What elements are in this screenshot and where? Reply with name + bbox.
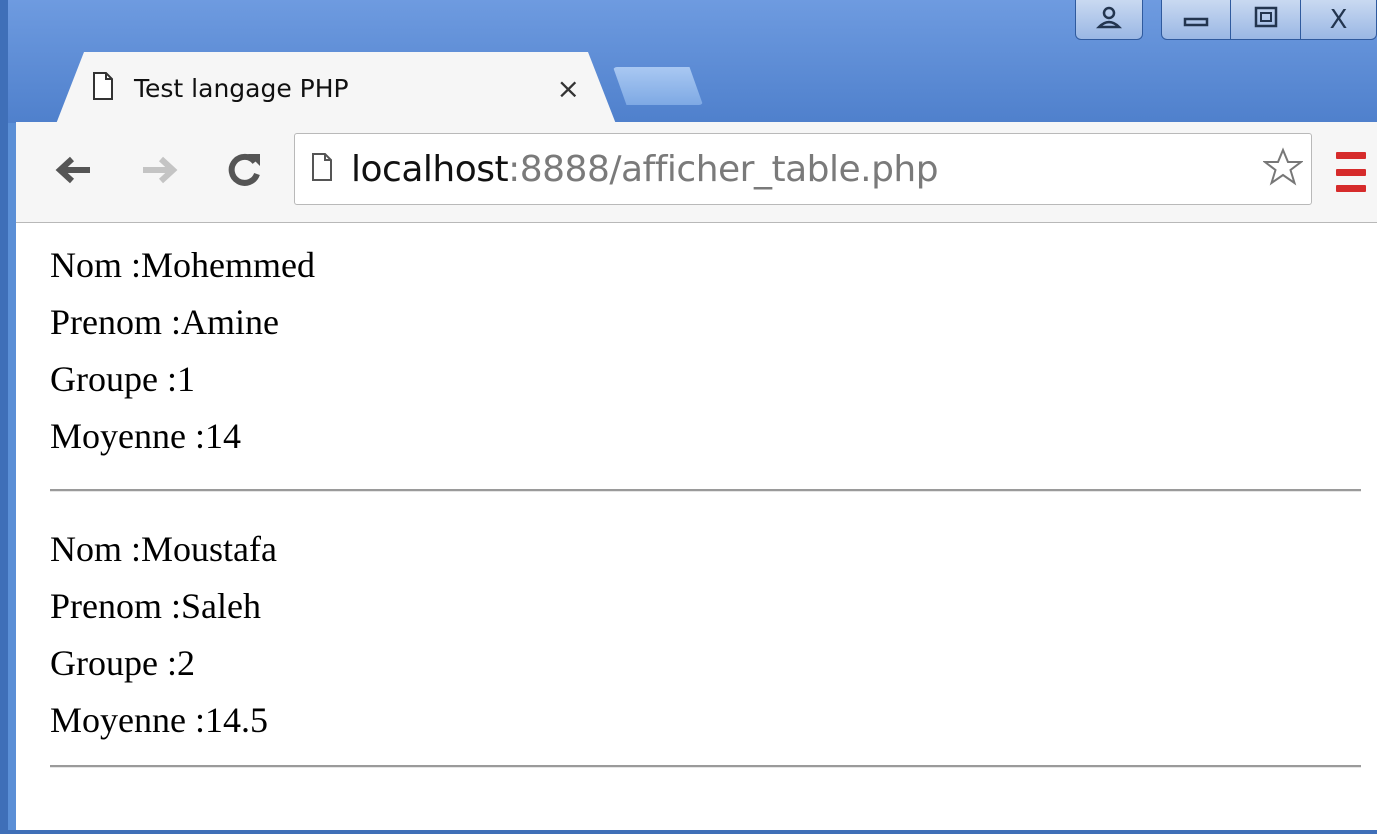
back-button[interactable] — [44, 144, 104, 200]
page-icon — [311, 152, 333, 186]
record-prenom: Prenom :Amine — [50, 302, 279, 342]
window-controls: X — [1075, 0, 1377, 42]
address-bar[interactable]: localhost:8888/afficher_table.php — [294, 133, 1312, 205]
window-close-button[interactable]: X — [1301, 0, 1377, 40]
bookmark-star-button[interactable] — [1255, 146, 1311, 192]
url-text[interactable]: localhost:8888/afficher_table.php — [351, 149, 1255, 190]
menu-icon-bar — [1336, 185, 1366, 192]
menu-icon — [1336, 152, 1366, 159]
browser-window: X Test langage PHP × localhost:8888/affi… — [0, 0, 1377, 834]
horizontal-rule — [50, 765, 1361, 768]
record-moyenne: Moyenne :14.5 — [50, 700, 268, 740]
forward-arrow-icon — [139, 154, 179, 191]
window-close-icon: X — [1329, 4, 1348, 35]
window-bottom-border — [8, 830, 1377, 834]
title-bar: X Test langage PHP × — [8, 0, 1377, 124]
new-tab-button[interactable] — [613, 67, 703, 105]
student-record: Nom :Mohemmed Prenom :Amine Groupe :1 Mo… — [50, 237, 315, 465]
record-prenom: Prenom :Saleh — [50, 586, 261, 626]
browser-toolbar: localhost:8888/afficher_table.php — [16, 122, 1377, 223]
reload-icon — [224, 150, 264, 195]
menu-icon-bar — [1336, 168, 1366, 176]
tab-title: Test langage PHP — [134, 73, 349, 103]
browser-tab[interactable]: Test langage PHP × — [56, 52, 616, 124]
reload-button[interactable] — [214, 144, 274, 200]
back-arrow-icon — [54, 154, 94, 191]
minimize-button[interactable] — [1161, 0, 1231, 40]
tab-close-button[interactable]: × — [557, 72, 580, 105]
record-moyenne: Moyenne :14 — [50, 416, 241, 456]
page-icon — [92, 71, 114, 105]
url-host: localhost — [351, 148, 509, 190]
student-record: Nom :Moustafa Prenom :Saleh Groupe :2 Mo… — [50, 521, 277, 749]
record-nom: Nom :Moustafa — [50, 529, 277, 569]
url-path: :8888/afficher_table.php — [508, 148, 939, 190]
record-groupe: Groupe :1 — [50, 359, 195, 399]
record-nom: Nom :Mohemmed — [50, 245, 315, 285]
user-icon — [1095, 5, 1123, 34]
record-groupe: Groupe :2 — [50, 643, 195, 683]
minimize-icon — [1183, 7, 1209, 32]
star-icon — [1262, 146, 1304, 192]
maximize-button[interactable] — [1231, 0, 1301, 40]
user-profile-button[interactable] — [1075, 0, 1143, 40]
horizontal-rule — [50, 489, 1361, 492]
browser-menu-button[interactable] — [1331, 152, 1371, 192]
maximize-icon — [1253, 5, 1279, 34]
page-content: Nom :Mohemmed Prenom :Amine Groupe :1 Mo… — [16, 223, 1377, 834]
forward-button[interactable] — [129, 144, 189, 200]
